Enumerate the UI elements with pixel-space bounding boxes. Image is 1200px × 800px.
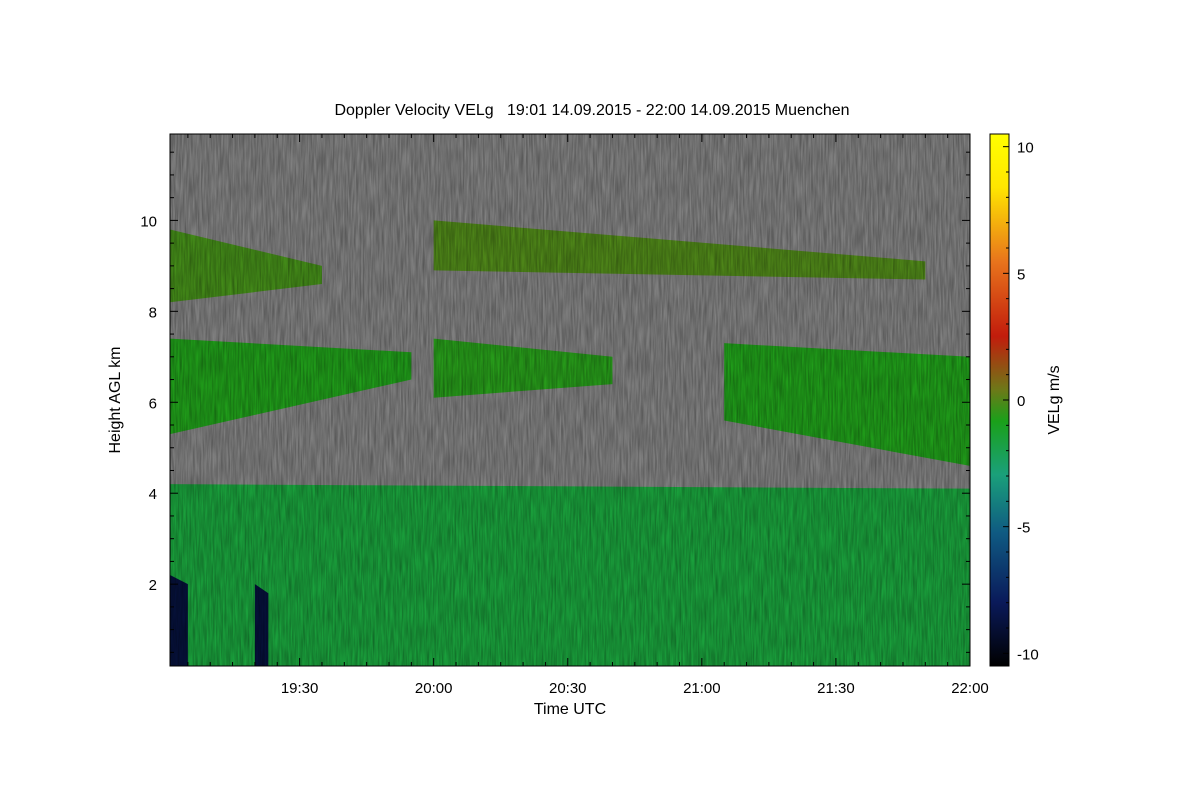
colorbar-tick-label: -10 — [1017, 646, 1039, 663]
x-tick-label: 22:00 — [951, 680, 989, 697]
y-tick-label: 6 — [149, 395, 157, 412]
colorbar-tick-label: 5 — [1017, 266, 1025, 283]
y-tick-label: 10 — [140, 213, 157, 230]
x-axis-label: Time UTC — [534, 701, 606, 718]
y-tick-label: 4 — [149, 486, 157, 503]
y-tick-label: 8 — [149, 304, 157, 321]
y-tick-label: 2 — [149, 577, 157, 594]
colorbar-tick-label: 0 — [1017, 393, 1025, 410]
colorbar-label: VELg m/s — [1046, 365, 1063, 434]
colorbar: 10 5 0 -5 -10 — [989, 133, 1039, 667]
chart: Doppler Velocity VELg 19:01 14.09.2015 -… — [107, 102, 1063, 718]
texture-overlay — [170, 134, 970, 666]
x-tick-label: 19:30 — [281, 680, 319, 697]
x-tick-label: 20:30 — [549, 680, 587, 697]
chart-title: Doppler Velocity VELg 19:01 14.09.2015 -… — [334, 102, 849, 119]
y-axis-label: Height AGL km — [107, 346, 124, 453]
plot-area: 19:30 20:00 20:30 21:00 21:30 22:00 2 4 6 8 10 — [140, 133, 989, 697]
colorbar-tick-label: 10 — [1017, 140, 1034, 157]
colorbar-tick-label: -5 — [1017, 520, 1030, 537]
x-tick-label: 21:00 — [683, 680, 721, 697]
x-tick-label: 21:30 — [817, 680, 855, 697]
x-tick-label: 20:00 — [415, 680, 453, 697]
